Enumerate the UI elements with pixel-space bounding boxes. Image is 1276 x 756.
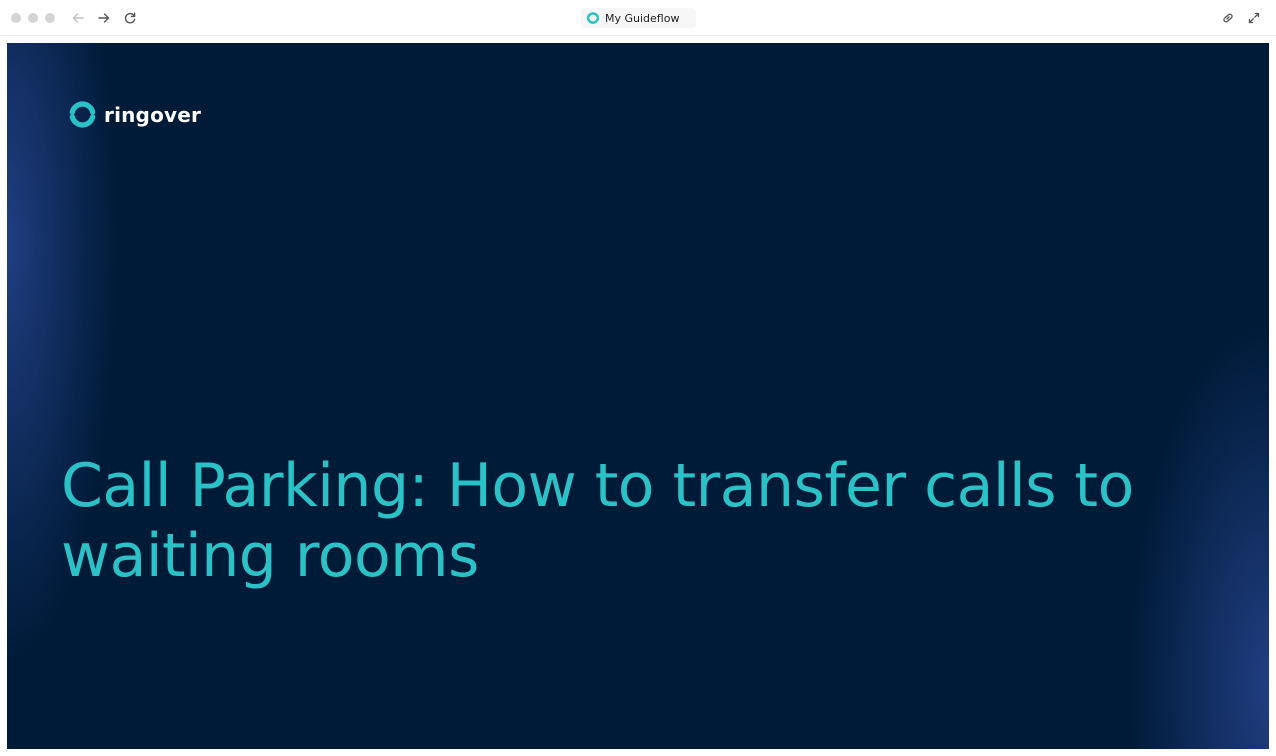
brand-name: ringover bbox=[104, 102, 202, 127]
fullscreen-button[interactable] bbox=[1245, 9, 1263, 27]
copy-link-button[interactable] bbox=[1219, 9, 1237, 27]
minimize-window-dot[interactable] bbox=[28, 13, 38, 23]
reload-button[interactable] bbox=[121, 9, 139, 27]
arrow-right-icon bbox=[98, 13, 110, 23]
page-title: My Guideflow bbox=[605, 11, 680, 25]
guideflow-logo-icon bbox=[586, 12, 600, 24]
ringover-logo-icon bbox=[69, 101, 96, 128]
back-button[interactable] bbox=[69, 9, 87, 27]
expand-icon bbox=[1248, 12, 1260, 24]
reload-icon bbox=[124, 12, 136, 24]
guide-slide: ringover Call Parking: How to transfer c… bbox=[7, 43, 1269, 749]
slide-headline: Call Parking: How to transfer calls to w… bbox=[61, 451, 1134, 591]
maximize-window-dot[interactable] bbox=[45, 13, 55, 23]
arrow-left-icon bbox=[72, 13, 84, 23]
forward-button[interactable] bbox=[95, 9, 113, 27]
close-window-dot[interactable] bbox=[11, 13, 21, 23]
ringover-brand: ringover bbox=[67, 99, 201, 130]
page-title-tab: My Guideflow bbox=[581, 8, 696, 28]
window-controls bbox=[11, 13, 55, 23]
link-icon bbox=[1223, 13, 1233, 23]
browser-toolbar: My Guideflow bbox=[0, 0, 1276, 36]
